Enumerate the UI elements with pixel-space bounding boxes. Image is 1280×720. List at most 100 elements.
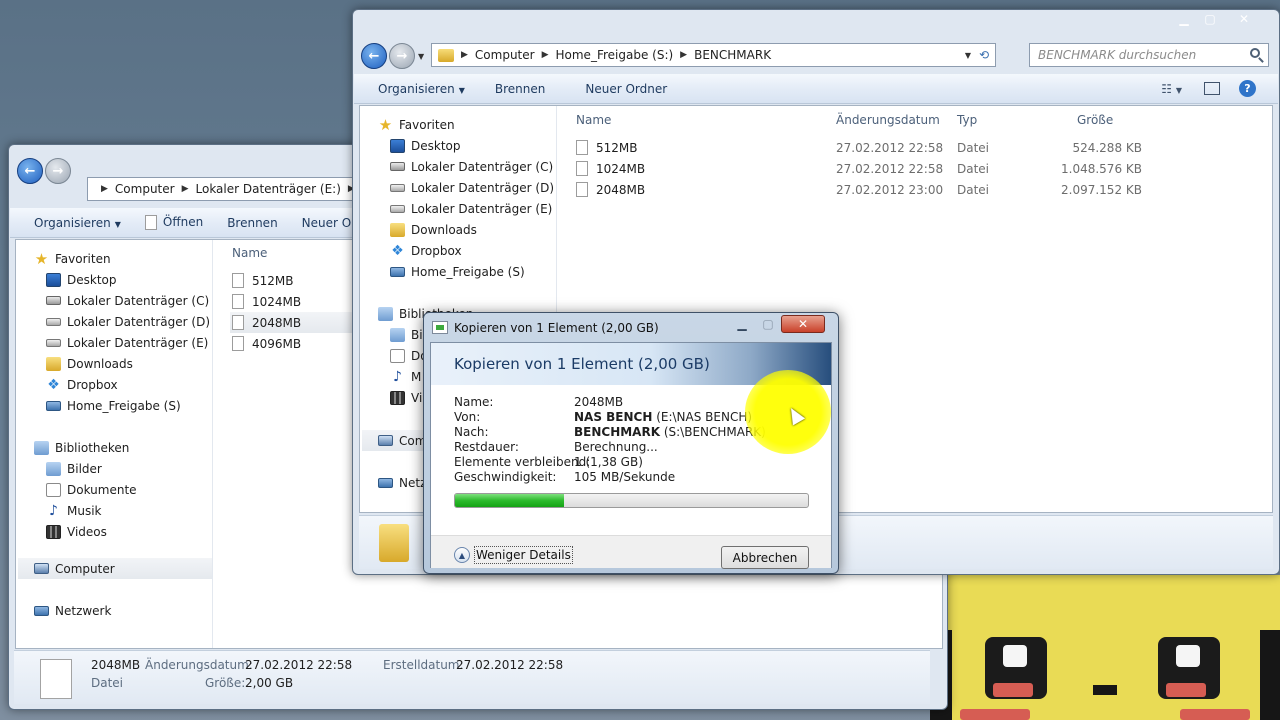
tree-label: Musik bbox=[67, 503, 102, 518]
value-name: 2048MB bbox=[574, 395, 624, 409]
tree-item-documents[interactable]: Dokumente bbox=[46, 479, 212, 500]
breadcrumb-item[interactable]: Computer bbox=[475, 48, 535, 62]
file-row[interactable]: 512MB bbox=[576, 137, 848, 158]
cancel-button[interactable]: Abbrechen bbox=[721, 546, 809, 569]
from-name: NAS BENCH bbox=[574, 410, 653, 424]
breadcrumb-item[interactable]: BENCHMARK bbox=[694, 48, 771, 62]
breadcrumb-item[interactable]: Lokaler Datenträger (E:) bbox=[196, 182, 341, 196]
column-header-type[interactable]: Typ bbox=[957, 113, 977, 127]
tree-item-pictures[interactable]: Bilder bbox=[46, 458, 212, 479]
tree-item-drive-c[interactable]: Lokaler Datenträger (C) bbox=[390, 156, 556, 177]
back-button[interactable]: ← bbox=[361, 43, 387, 69]
column-header-size[interactable]: Größe bbox=[1077, 113, 1113, 127]
file-row[interactable]: 2048MB bbox=[576, 179, 645, 200]
caret-down-icon: ▼ bbox=[114, 219, 121, 229]
tree-item-downloads[interactable]: Downloads bbox=[390, 219, 556, 240]
file-row[interactable]: 512MB bbox=[232, 270, 362, 291]
file-type: Datei bbox=[957, 161, 990, 176]
minimize-button[interactable]: ▁ bbox=[1171, 10, 1197, 28]
drive-icon bbox=[390, 183, 405, 192]
tree-label: Lokaler Datenträger (C) bbox=[67, 293, 210, 308]
tree-label: Vi bbox=[411, 390, 423, 405]
tree-computer[interactable]: Computer bbox=[18, 558, 212, 579]
address-bar[interactable]: ▶ Computer ▶ Home_Freigabe (S:) ▶ BENCHM… bbox=[431, 43, 996, 67]
organize-menu[interactable]: Organisieren ▼ bbox=[10, 216, 133, 230]
tree-favorites[interactable]: ★ Favoriten bbox=[378, 114, 556, 135]
close-button[interactable]: ✕ bbox=[781, 315, 825, 333]
tree-item-drive-e[interactable]: Lokaler Datenträger (E) bbox=[390, 198, 556, 219]
library-icon bbox=[378, 306, 393, 321]
column-header-date[interactable]: Änderungsdatum bbox=[836, 113, 940, 127]
file-row[interactable]: 1024MB bbox=[232, 291, 362, 312]
forward-button[interactable]: → bbox=[389, 43, 415, 69]
command-toolbar: Organisieren ▼ Brennen Neuer Ordner ☷ ▼ ? bbox=[354, 74, 1278, 104]
tree-item-drive-c[interactable]: Lokaler Datenträger (C) bbox=[46, 290, 212, 311]
folder-icon bbox=[390, 222, 405, 237]
tree-item-drive-d[interactable]: Lokaler Datenträger (D) bbox=[46, 311, 212, 332]
address-dropdown-icon[interactable]: ▼ bbox=[965, 51, 971, 60]
file-row[interactable]: 4096MB bbox=[232, 333, 362, 354]
burn-button[interactable]: Brennen bbox=[215, 216, 289, 230]
tree-label: Computer bbox=[55, 561, 115, 576]
organize-label: Organisieren bbox=[378, 81, 455, 96]
tree-item-videos[interactable]: Videos bbox=[46, 521, 212, 542]
tree-label: Dropbox bbox=[411, 243, 462, 258]
maximize-button[interactable]: ▢ bbox=[1197, 10, 1223, 28]
refresh-icon[interactable]: ⟲ bbox=[979, 48, 989, 62]
file-row-selected[interactable]: 2048MB bbox=[230, 312, 362, 333]
tree-label: Favoriten bbox=[399, 117, 455, 132]
details-pane: 2048MB Datei Änderungsdatum: 27.02.2012 … bbox=[14, 650, 930, 704]
minimize-button[interactable]: ▁ bbox=[729, 315, 755, 333]
desktop-wallpaper bbox=[930, 575, 1280, 720]
forward-button[interactable]: → bbox=[45, 158, 71, 184]
tree-label: Desktop bbox=[67, 272, 117, 287]
close-button[interactable]: ✕ bbox=[1223, 10, 1265, 28]
library-icon bbox=[34, 440, 49, 455]
label-remaining-time: Restdauer: bbox=[454, 440, 519, 454]
preview-pane-icon[interactable] bbox=[1204, 82, 1220, 95]
music-icon: ♪ bbox=[393, 368, 402, 385]
maximize-button[interactable]: ▢ bbox=[755, 315, 781, 333]
tree-item-network-share[interactable]: Home_Freigabe (S) bbox=[390, 261, 556, 282]
less-details-button[interactable]: ▲ Weniger Details bbox=[454, 546, 573, 564]
file-date: 27.02.2012 22:58 bbox=[836, 140, 944, 155]
wallpaper-cheek bbox=[993, 683, 1033, 697]
breadcrumb-item[interactable]: Computer bbox=[115, 182, 175, 196]
tree-item-music[interactable]: ♪ Musik bbox=[46, 500, 212, 521]
value-from[interactable]: NAS BENCH (E:\NAS BENCH) bbox=[574, 410, 752, 424]
address-bar[interactable]: ▶ Computer ▶ Lokaler Datenträger (E:) ▶ … bbox=[87, 177, 357, 201]
file-size: 524.288 KB bbox=[1072, 140, 1142, 155]
tree-favorites[interactable]: ★ Favoriten bbox=[34, 248, 212, 269]
tree-item-network-share[interactable]: Home_Freigabe (S) bbox=[46, 395, 212, 416]
file-row[interactable]: 1024MB bbox=[576, 158, 645, 179]
breadcrumb-item[interactable]: Home_Freigabe (S:) bbox=[556, 48, 674, 62]
back-button[interactable]: ← bbox=[17, 158, 43, 184]
details-size-value: 2,00 GB bbox=[245, 676, 294, 690]
value-to[interactable]: BENCHMARK (S:\BENCHMARK) bbox=[574, 425, 766, 439]
new-folder-button[interactable]: Neuer Ordner bbox=[557, 82, 679, 96]
documents-icon bbox=[390, 348, 405, 363]
tree-network[interactable]: Netzwerk bbox=[34, 600, 212, 621]
tree-item-dropbox[interactable]: ❖ Dropbox bbox=[390, 240, 556, 261]
help-icon[interactable]: ? bbox=[1239, 80, 1256, 97]
navigation-pane: ★ Favoriten Desktop Lokaler Datenträger (… bbox=[16, 240, 213, 648]
tree-label: Dokumente bbox=[67, 482, 137, 497]
tree-item-drive-d[interactable]: Lokaler Datenträger (D) bbox=[390, 177, 556, 198]
history-dropdown-icon[interactable]: ▼ bbox=[418, 52, 424, 61]
column-header-name[interactable]: Name bbox=[232, 246, 267, 260]
file-date: 27.02.2012 22:58 bbox=[836, 161, 944, 176]
search-placeholder: BENCHMARK durchsuchen bbox=[1038, 48, 1197, 62]
open-button[interactable]: Öffnen bbox=[133, 215, 215, 230]
tree-libraries[interactable]: Bibliotheken bbox=[34, 437, 212, 458]
burn-button[interactable]: Brennen bbox=[477, 82, 557, 96]
search-input[interactable]: BENCHMARK durchsuchen bbox=[1029, 43, 1269, 67]
organize-menu[interactable]: Organisieren ▼ bbox=[354, 82, 477, 96]
view-options-icon[interactable]: ☷ ▼ bbox=[1161, 82, 1182, 96]
column-header-name[interactable]: Name bbox=[576, 113, 611, 127]
tree-item-desktop[interactable]: Desktop bbox=[46, 269, 212, 290]
tree-item-dropbox[interactable]: ❖ Dropbox bbox=[46, 374, 212, 395]
tree-item-desktop[interactable]: Desktop bbox=[390, 135, 556, 156]
tree-item-downloads[interactable]: Downloads bbox=[46, 353, 212, 374]
file-icon bbox=[576, 140, 588, 155]
tree-item-drive-e[interactable]: Lokaler Datenträger (E) bbox=[46, 332, 212, 353]
